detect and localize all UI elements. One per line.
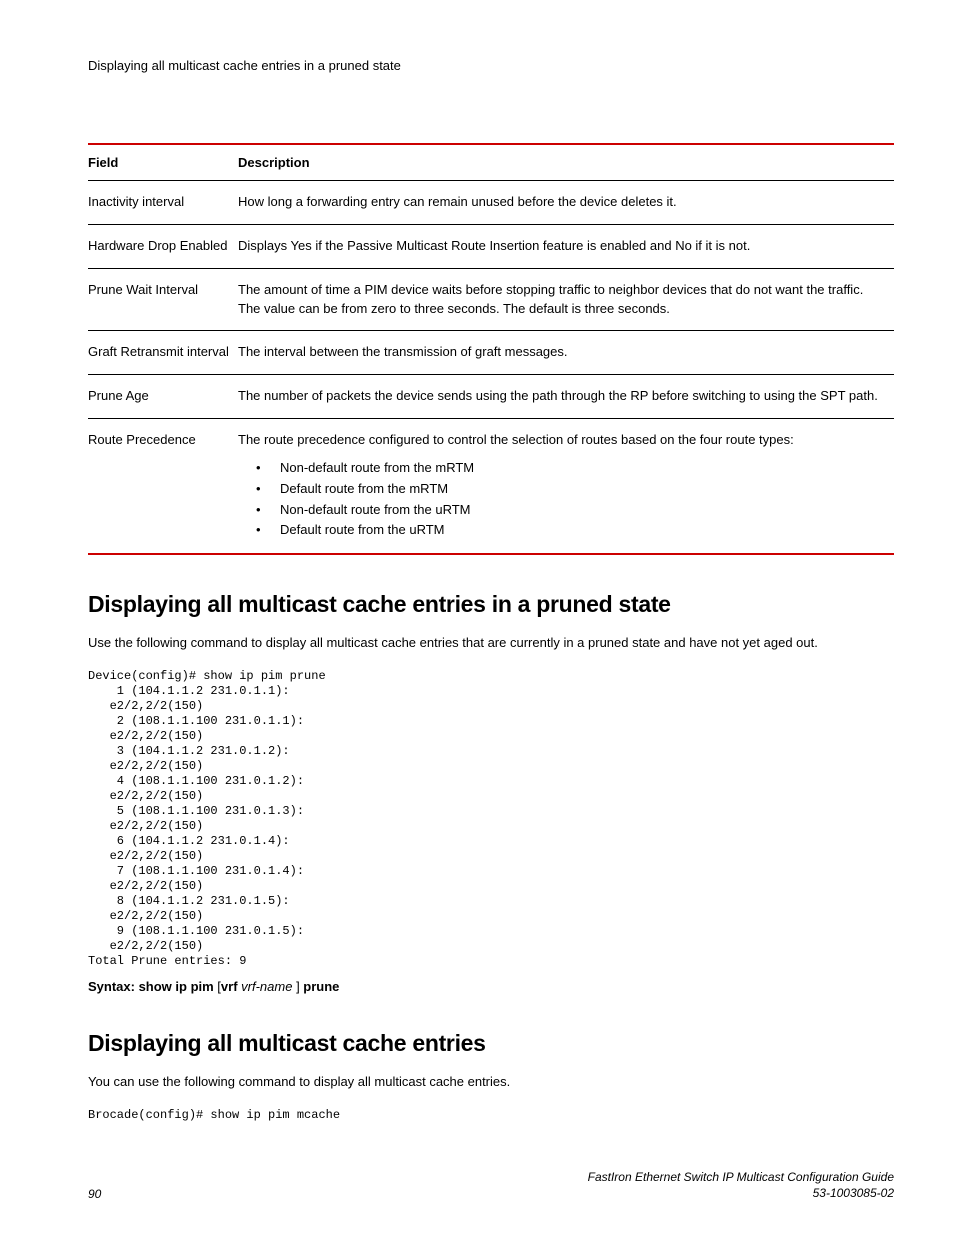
field-cell: Inactivity interval — [88, 181, 238, 225]
section-intro: You can use the following command to dis… — [88, 1073, 894, 1092]
route-types-list: Non-default route from the mRTM Default … — [256, 458, 886, 541]
field-description-table: Field Description Inactivity interval Ho… — [88, 143, 894, 555]
code-block-prune: Device(config)# show ip pim prune 1 (104… — [88, 669, 894, 969]
description-cell: How long a forwarding entry can remain u… — [238, 181, 894, 225]
section-heading-all: Displaying all multicast cache entries — [88, 1030, 894, 1057]
description-cell: The number of packets the device sends u… — [238, 375, 894, 419]
table-row: Prune Wait Interval The amount of time a… — [88, 268, 894, 331]
code-block-mcache: Brocade(config)# show ip pim mcache — [88, 1108, 894, 1123]
table-row: Inactivity interval How long a forwardin… — [88, 181, 894, 225]
syntax-suffix: prune — [303, 979, 339, 994]
syntax-vrf-keyword: vrf — [221, 979, 238, 994]
syntax-prefix: Syntax: show ip pim — [88, 979, 214, 994]
description-cell: Displays Yes if the Passive Multicast Ro… — [238, 224, 894, 268]
page-number: 90 — [88, 1187, 101, 1201]
table-row: Route Precedence The route precedence co… — [88, 419, 894, 555]
footer-doc-title: FastIron Ethernet Switch IP Multicast Co… — [588, 1169, 894, 1185]
section-intro: Use the following command to display all… — [88, 634, 894, 653]
table-row: Graft Retransmit interval The interval b… — [88, 331, 894, 375]
syntax-line: Syntax: show ip pim [vrf vrf-name ] prun… — [88, 979, 894, 994]
list-item: Default route from the mRTM — [256, 479, 886, 500]
field-cell: Prune Wait Interval — [88, 268, 238, 331]
syntax-vrf-name: vrf-name — [238, 979, 297, 994]
field-cell: Graft Retransmit interval — [88, 331, 238, 375]
list-item: Non-default route from the uRTM — [256, 500, 886, 521]
footer-doc-rev: 53-1003085-02 — [588, 1185, 894, 1201]
syntax-bracket-open: [ — [214, 979, 221, 994]
field-cell: Hardware Drop Enabled — [88, 224, 238, 268]
description-cell: The amount of time a PIM device waits be… — [238, 268, 894, 331]
table-header-description: Description — [238, 144, 894, 181]
table-row: Prune Age The number of packets the devi… — [88, 375, 894, 419]
table-row: Hardware Drop Enabled Displays Yes if th… — [88, 224, 894, 268]
running-header: Displaying all multicast cache entries i… — [88, 58, 894, 73]
description-text: The route precedence configured to contr… — [238, 432, 794, 447]
field-cell: Route Precedence — [88, 419, 238, 555]
page-footer: 90 FastIron Ethernet Switch IP Multicast… — [88, 1169, 894, 1201]
table-header-field: Field — [88, 144, 238, 181]
description-cell: The interval between the transmission of… — [238, 331, 894, 375]
list-item: Non-default route from the mRTM — [256, 458, 886, 479]
description-cell: The route precedence configured to contr… — [238, 419, 894, 555]
list-item: Default route from the uRTM — [256, 520, 886, 541]
section-heading-pruned: Displaying all multicast cache entries i… — [88, 591, 894, 618]
field-cell: Prune Age — [88, 375, 238, 419]
